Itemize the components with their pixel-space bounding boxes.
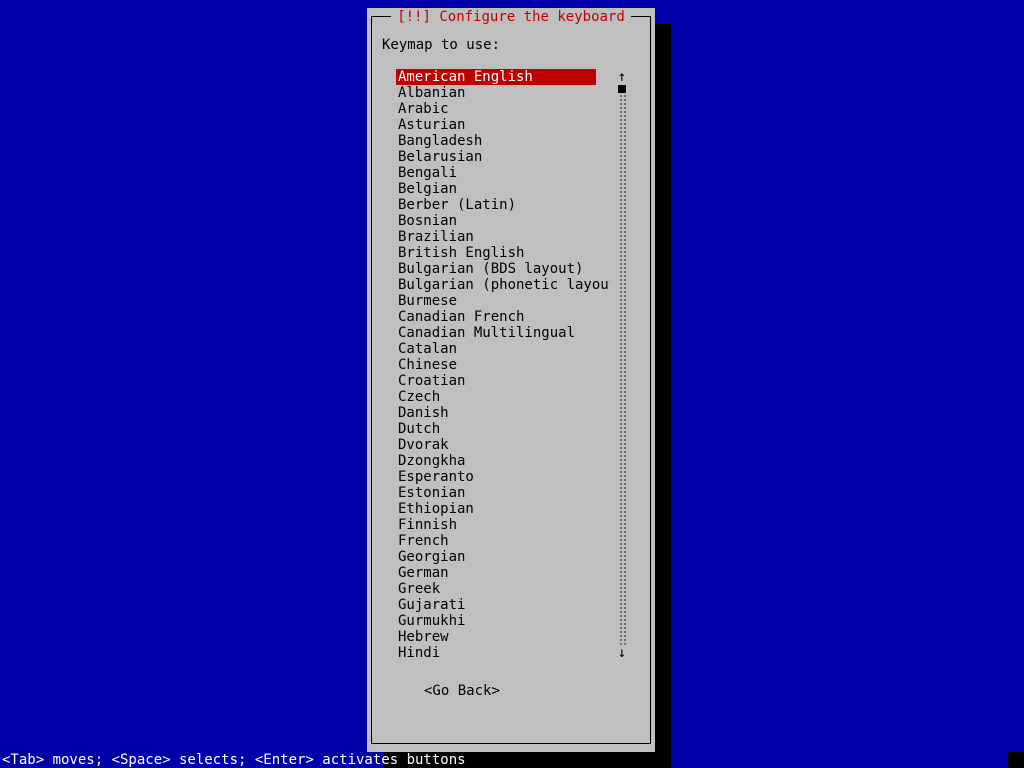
dialog-body: Keymap to use: American EnglishAlbanianA…	[382, 37, 640, 733]
keymap-item[interactable]: Albanian	[396, 85, 610, 101]
keymap-item[interactable]: Hebrew	[396, 629, 610, 645]
keymap-list-wrap: American EnglishAlbanianArabicAsturianBa…	[396, 69, 628, 661]
status-bar: <Tab> moves; <Space> selects; <Enter> ac…	[0, 752, 1024, 768]
keymap-item[interactable]: Canadian Multilingual	[396, 325, 610, 341]
keymap-item[interactable]: Ethiopian	[396, 501, 610, 517]
keymap-item[interactable]: Belgian	[396, 181, 610, 197]
dialog-frame: [!!] Configure the keyboard Keymap to us…	[371, 16, 651, 744]
keymap-item[interactable]: Hindi	[396, 645, 610, 661]
dialog-title: [!!] Configure the keyboard	[372, 9, 650, 25]
prompt-label: Keymap to use:	[382, 37, 640, 53]
keymap-item[interactable]: Greek	[396, 581, 610, 597]
keymap-item[interactable]: Brazilian	[396, 229, 610, 245]
scrollbar-thumb[interactable]	[618, 85, 626, 93]
keymap-item[interactable]: Arabic	[396, 101, 610, 117]
keymap-item[interactable]: Burmese	[396, 293, 610, 309]
keymap-item[interactable]: Bosnian	[396, 213, 610, 229]
status-bar-text: <Tab> moves; <Space> selects; <Enter> ac…	[2, 752, 466, 768]
keymap-item[interactable]: Canadian French	[396, 309, 610, 325]
keymap-item[interactable]: Gujarati	[396, 597, 610, 613]
keymap-item[interactable]: Danish	[396, 405, 610, 421]
keymap-item[interactable]: Bengali	[396, 165, 610, 181]
keymap-item[interactable]: Estonian	[396, 485, 610, 501]
keymap-item[interactable]: Catalan	[396, 341, 610, 357]
scrollbar-track[interactable]	[618, 85, 626, 645]
keymap-item[interactable]: Czech	[396, 389, 610, 405]
keymap-item[interactable]: Bangladesh	[396, 133, 610, 149]
keymap-item[interactable]: Bulgarian (BDS layout)	[396, 261, 610, 277]
keymap-item[interactable]: Finnish	[396, 517, 610, 533]
keymap-item[interactable]: French	[396, 533, 610, 549]
keymap-item[interactable]: Croatian	[396, 373, 610, 389]
scroll-down-icon[interactable]: ↓	[616, 645, 628, 661]
dialog-configure-keyboard: [!!] Configure the keyboard Keymap to us…	[367, 8, 655, 752]
keymap-item[interactable]: Berber (Latin)	[396, 197, 610, 213]
keymap-item[interactable]: Dzongkha	[396, 453, 610, 469]
keymap-item[interactable]: Gurmukhi	[396, 613, 610, 629]
keymap-list[interactable]: American EnglishAlbanianArabicAsturianBa…	[396, 69, 610, 661]
keymap-item[interactable]: Bulgarian (phonetic layout)	[396, 277, 610, 293]
scroll-up-icon[interactable]: ↑	[616, 69, 628, 85]
keymap-item[interactable]: German	[396, 565, 610, 581]
keymap-item[interactable]: Georgian	[396, 549, 610, 565]
keymap-item[interactable]: Esperanto	[396, 469, 610, 485]
keymap-item[interactable]: Asturian	[396, 117, 610, 133]
go-back-button[interactable]: <Go Back>	[424, 683, 640, 699]
keymap-item[interactable]: Dvorak	[396, 437, 610, 453]
keymap-item[interactable]: Dutch	[396, 421, 610, 437]
installer-screen: [!!] Configure the keyboard Keymap to us…	[0, 0, 1024, 768]
dialog-title-text: [!!] Configure the keyboard	[391, 9, 631, 25]
keymap-item[interactable]: Chinese	[396, 357, 610, 373]
keymap-item[interactable]: British English	[396, 245, 610, 261]
keymap-item[interactable]: Belarusian	[396, 149, 610, 165]
keymap-item[interactable]: American English	[396, 69, 596, 85]
